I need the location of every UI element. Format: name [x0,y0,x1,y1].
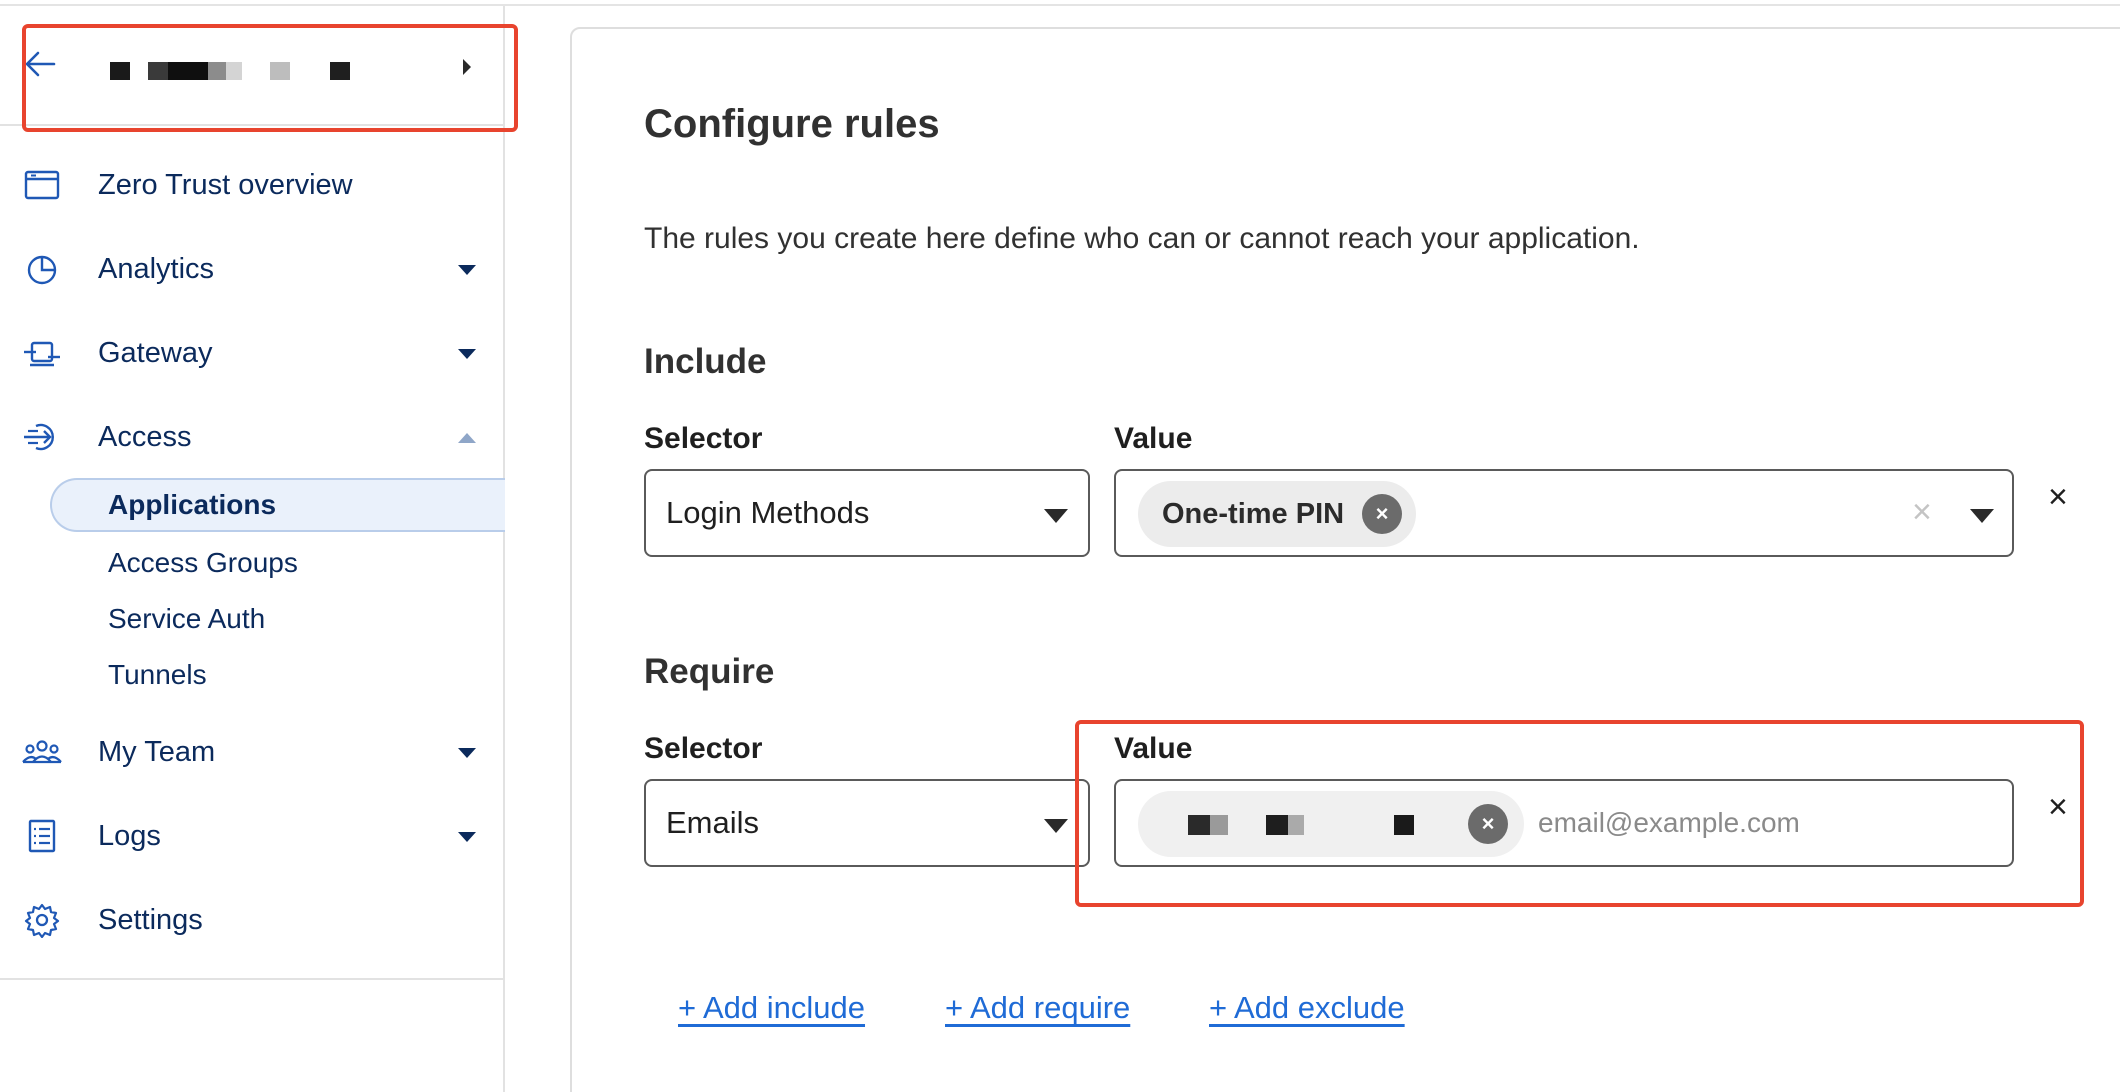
sidebar-item-my-team[interactable]: My Team [0,722,503,782]
sidebar-subitem-tunnels[interactable]: Tunnels [50,648,505,702]
include-row-remove-icon[interactable]: × [2048,480,2068,514]
require-value-label: Value [1114,732,1193,765]
sidebar-item-label: Zero Trust overview [98,168,353,201]
value-chip: ■■ ■■ ■ × [1138,791,1524,857]
sidebar-divider [0,978,503,980]
sidebar-subitem-access-groups[interactable]: Access Groups [50,536,505,590]
chip-label: One-time PIN [1162,498,1345,530]
include-value-label: Value [1114,422,1193,455]
require-row-remove-icon[interactable]: × [2048,790,2068,824]
value-chip: One-time PIN × [1138,481,1416,547]
chevron-down-icon[interactable] [1044,819,1068,833]
sidebar-item-gateway[interactable]: Gateway [0,323,503,383]
chevron-down-icon[interactable] [458,265,476,275]
chevron-down-icon[interactable] [1970,509,1994,523]
include-value-input[interactable]: One-time PIN × × [1114,469,2014,557]
sidebar-item-label: Analytics [98,252,215,285]
back-arrow-icon[interactable] [22,46,58,82]
chevron-down-icon[interactable] [458,832,476,842]
chip-remove-icon[interactable]: × [1468,804,1508,844]
redacted-email [1188,815,1414,835]
add-exclude-link[interactable]: + Add exclude [1209,990,1405,1026]
gear-icon [24,903,60,938]
pie-chart-icon [27,255,57,285]
sidebar: ■ ■■■■■ ■ ■ ■ Zero Trust overview Analyt… [0,6,505,1092]
add-require-link[interactable]: + Add require [945,990,1130,1026]
gateway-icon [24,341,60,367]
require-heading: Require [644,652,775,691]
add-include-link[interactable]: + Add include [678,990,865,1026]
access-arrow-icon [24,423,54,451]
sidebar-subitem-label: Access Groups [108,547,298,578]
chip-remove-icon[interactable]: × [1362,494,1402,534]
require-value-input[interactable]: ■■ ■■ ■ × email@example.com [1114,779,2014,867]
chevron-down-icon[interactable] [458,748,476,758]
sidebar-subitem-applications[interactable]: Applications [50,478,505,532]
include-selector-value: Login Methods [666,495,870,530]
rules-card [570,27,2120,1092]
sidebar-item-logs[interactable]: Logs [0,806,503,866]
team-icon [22,740,62,764]
require-selector-label: Selector [644,732,763,765]
email-placeholder: email@example.com [1538,807,1800,838]
page-description: The rules you create here define who can… [644,222,1640,255]
sidebar-item-label: My Team [98,735,216,768]
clear-icon[interactable]: × [1912,495,1932,529]
include-selector-label: Selector [644,422,763,455]
account-name-redacted [110,62,350,80]
include-selector-dropdown[interactable]: Login Methods [644,469,1090,557]
sidebar-item-label: Logs [98,819,161,852]
chevron-up-icon[interactable] [458,433,476,443]
sidebar-subitem-label: Service Auth [108,603,266,634]
sidebar-item-label: Settings [98,903,203,936]
sidebar-item-analytics[interactable]: Analytics [0,239,503,299]
include-heading: Include [644,342,767,381]
require-selector-value: Emails [666,805,760,840]
sidebar-item-settings[interactable]: Settings [0,890,503,950]
chevron-right-icon[interactable] [462,58,472,76]
sidebar-item-label: Gateway [98,336,213,369]
sidebar-subitem-label: Applications [108,489,277,520]
chevron-down-icon[interactable] [1044,509,1068,523]
sidebar-item-label: Access [98,420,192,453]
logs-icon [28,819,56,853]
sidebar-subitem-service-auth[interactable]: Service Auth [50,592,505,646]
sidebar-subitem-label: Tunnels [108,659,207,690]
chevron-down-icon[interactable] [458,349,476,359]
require-selector-dropdown[interactable]: Emails [644,779,1090,867]
account-switcher[interactable]: ■ ■■■■■ ■ ■ ■ [0,6,505,126]
sidebar-item-zero-trust-overview[interactable]: Zero Trust overview [0,155,503,215]
sidebar-item-access[interactable]: Access [0,407,503,467]
page-title: Configure rules [644,102,940,146]
browser-window-icon [24,170,60,200]
